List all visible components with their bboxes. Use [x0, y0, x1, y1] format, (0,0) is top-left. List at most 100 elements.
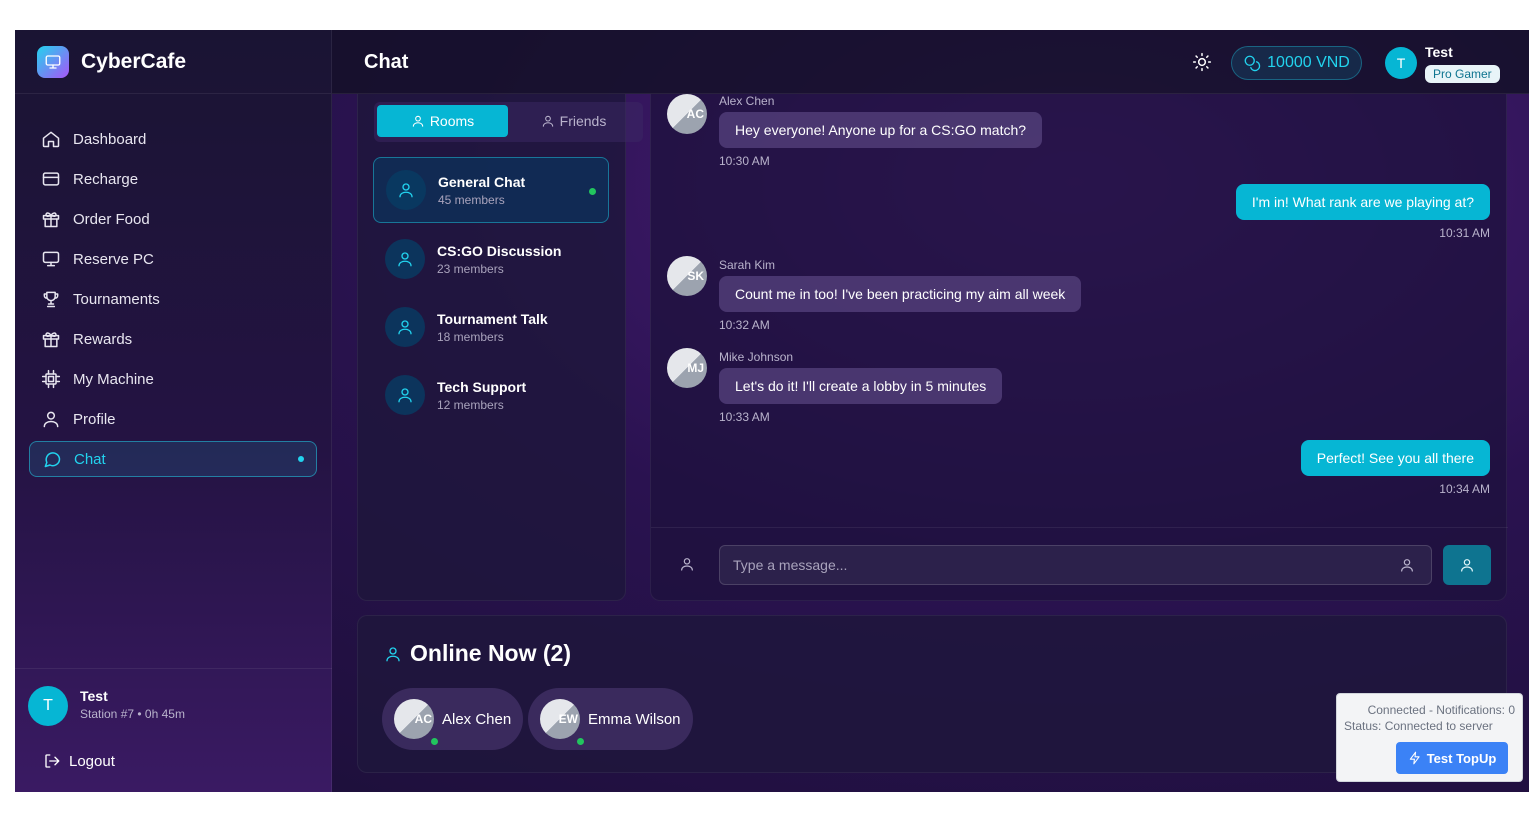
sidebar-item-label: Dashboard [73, 130, 147, 148]
gift-icon [42, 332, 60, 348]
sidebar-item-label: Recharge [73, 170, 139, 188]
send-button[interactable] [1443, 545, 1491, 585]
room-members: 18 members [437, 329, 504, 344]
user-icon [1461, 559, 1473, 572]
user-icon [412, 115, 424, 127]
online-user-emma-wilson[interactable]: EW Emma Wilson [528, 688, 693, 750]
message-bubble-own: Perfect! See you all there [1300, 440, 1490, 476]
tab-label: Rooms [429, 113, 475, 129]
messages-panel: AC Alex Chen Hey everyone! Anyone up for… [650, 94, 1508, 601]
room-item-csgo-discussion[interactable]: CS:GO Discussion 23 members [373, 226, 609, 292]
lightning-icon [1409, 751, 1420, 765]
sidebar-item-profile[interactable]: Profile [29, 401, 317, 437]
avatar: AC [394, 699, 438, 745]
gift-icon [42, 212, 60, 228]
monitor-icon [42, 251, 60, 267]
online-user-name: Alex Chen [442, 710, 512, 728]
sidebar-item-label: Reserve PC [73, 250, 154, 268]
room-name: Tournament Talk [437, 310, 548, 327]
room-item-general-chat[interactable]: General Chat 45 members [373, 157, 609, 223]
sidebar-item-my-machine[interactable]: My Machine [29, 361, 317, 397]
coins-icon [1244, 55, 1261, 72]
sidebar-item-label: Rewards [73, 330, 133, 348]
balance-badge[interactable]: 10000 VND [1231, 46, 1362, 80]
room-item-tournament-talk[interactable]: Tournament Talk 18 members [373, 294, 609, 360]
sidebar-item-dashboard[interactable]: Dashboard [29, 121, 317, 157]
sun-icon [1192, 52, 1212, 72]
avatar: EW [540, 699, 584, 745]
online-now-panel: Online Now (2) AC Alex Chen EW Emma Wils… [357, 615, 1507, 773]
sidebar-item-tournaments[interactable]: Tournaments [29, 281, 317, 317]
sidebar-item-order-food[interactable]: Order Food [29, 201, 317, 237]
message-input[interactable] [719, 545, 1432, 585]
message-composer [651, 527, 1508, 601]
tab-label: Friends [559, 113, 607, 129]
avatar: MJ [667, 348, 707, 388]
header-user-name: Test [1425, 44, 1453, 60]
sidebar-item-reserve-pc[interactable]: Reserve PC [29, 241, 317, 277]
message-time: 10:30 AM [719, 154, 770, 168]
online-status-dot [431, 738, 438, 745]
user-icon[interactable] [679, 556, 695, 572]
online-user-alex-chen[interactable]: AC Alex Chen [382, 688, 524, 750]
user-icon[interactable] [1399, 557, 1415, 573]
logout-button[interactable]: Logout [43, 752, 115, 770]
test-topup-button[interactable]: Test TopUp [1396, 742, 1508, 774]
online-status-dot [577, 738, 584, 745]
page-title: Chat [364, 51, 409, 73]
room-icon [386, 170, 426, 210]
home-icon [42, 131, 60, 148]
avatar[interactable]: T [1385, 47, 1417, 79]
user-rank-badge: Pro Gamer [1425, 65, 1500, 83]
sidebar-item-chat[interactable]: Chat [29, 441, 317, 477]
room-icon [385, 375, 425, 415]
online-now-label: Online Now (2) [410, 640, 571, 666]
message-time: 10:32 AM [719, 318, 770, 332]
sidebar-item-label: Tournaments [73, 290, 160, 308]
user-icon [398, 252, 412, 267]
monitor-icon [37, 45, 69, 78]
theme-toggle-button[interactable] [1192, 52, 1212, 72]
trophy-icon [43, 291, 59, 308]
sidebar: CyberCafe Dashboard Recharge Order Food … [15, 30, 332, 792]
logout-label: Logout [69, 752, 115, 770]
avatar: T [28, 686, 68, 726]
avatar: SK [667, 256, 707, 296]
brand[interactable]: CyberCafe [15, 30, 331, 94]
cpu-icon [41, 369, 61, 389]
message-sender: Alex Chen [719, 94, 775, 108]
sidebar-item-label: My Machine [73, 370, 154, 388]
rooms-tabs: Rooms Friends [374, 102, 643, 142]
sidebar-nav: Dashboard Recharge Order Food Reserve PC… [15, 94, 331, 477]
brand-name: CyberCafe [81, 49, 187, 73]
connection-debug-panel: Connected - Notifications: 0 Status: Con… [1336, 693, 1523, 782]
room-name: CS:GO Discussion [437, 242, 562, 259]
avatar: AC [667, 94, 707, 134]
online-now-title: Online Now (2) [384, 640, 571, 667]
active-indicator-dot [298, 456, 304, 462]
user-icon [542, 115, 553, 127]
message-bubble: Hey everyone! Anyone up for a CS:GO matc… [719, 112, 1043, 148]
avatar-initials: EW [558, 712, 578, 726]
message-time: 10:31 AM [1439, 226, 1490, 240]
sidebar-item-rewards[interactable]: Rewards [29, 321, 317, 357]
room-item-tech-support[interactable]: Tech Support 12 members [373, 362, 609, 428]
sidebar-item-recharge[interactable]: Recharge [29, 161, 317, 197]
top-header: Chat 10000 VND T Test Pro Gamer [332, 30, 1529, 94]
chat-icon [44, 452, 61, 468]
room-icon [385, 239, 425, 279]
sidebar-user-name: Test [80, 688, 108, 704]
user-icon [386, 646, 400, 661]
sidebar-user-station: Station #7 • 0h 45m [80, 707, 185, 721]
connection-status: Connected - Notifications: 0 [1367, 703, 1515, 717]
user-icon [399, 183, 413, 198]
tab-rooms[interactable]: Rooms [377, 105, 508, 137]
message-time: 10:33 AM [719, 410, 770, 424]
message-time: 10:34 AM [1439, 482, 1490, 496]
room-name: Tech Support [437, 378, 527, 395]
tab-friends[interactable]: Friends [508, 105, 639, 137]
balance-value: 10000 VND [1267, 54, 1350, 71]
sidebar-item-label: Order Food [73, 210, 150, 228]
test-topup-label: Test TopUp [1426, 750, 1497, 766]
message-bubble-own: I'm in! What rank are we playing at? [1235, 184, 1490, 220]
